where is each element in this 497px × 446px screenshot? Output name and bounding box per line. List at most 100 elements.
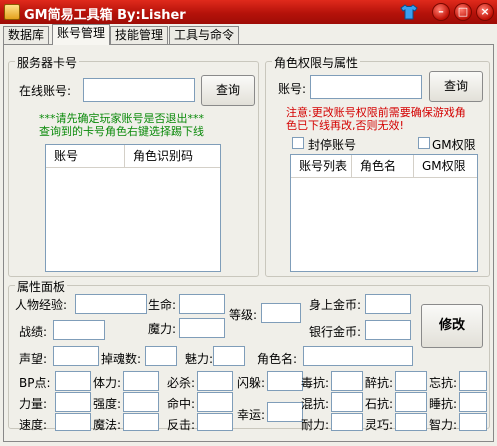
stone-res-label: 石抗: bbox=[365, 397, 394, 411]
ban-account-checkbox[interactable] bbox=[292, 137, 304, 149]
notice-line-2: 查询到的卡号角色右键选择踢下线 bbox=[39, 125, 204, 138]
drunk-res-input[interactable] bbox=[395, 371, 427, 391]
endurance-label: 耐力: bbox=[301, 418, 330, 432]
column-account[interactable]: 账号 bbox=[46, 145, 78, 167]
chaos-res-input[interactable] bbox=[331, 392, 363, 412]
gm-permission-label[interactable]: GM权限 bbox=[432, 136, 476, 153]
poison-res-input[interactable] bbox=[331, 371, 363, 391]
server-card-list-header: 账号 角色识别码 bbox=[46, 145, 220, 168]
hit-input[interactable] bbox=[197, 392, 233, 412]
role-query-button[interactable]: 查询 bbox=[429, 71, 483, 102]
server-card-title: 服务器卡号 bbox=[15, 54, 80, 71]
role-perms-title: 角色权限与属性 bbox=[272, 54, 361, 71]
column-account-list[interactable]: 账号列表 bbox=[291, 155, 347, 177]
bp-input[interactable] bbox=[55, 371, 91, 391]
bank-gold-label: 银行金币: bbox=[309, 325, 362, 339]
close-icon[interactable]: × bbox=[476, 3, 494, 21]
soul-drop-input[interactable] bbox=[145, 346, 177, 366]
warning-line-1: 注意:更改账号权限前需要确保游戏角 bbox=[286, 106, 466, 119]
main-window: GM简易工具箱 By:Lisher – □ × 数据库 账号管理 技能管理 工具… bbox=[0, 0, 497, 446]
dodge-input[interactable] bbox=[267, 371, 303, 391]
ban-account-label[interactable]: 封停账号 bbox=[308, 136, 356, 153]
magic-input[interactable] bbox=[123, 413, 159, 431]
column-role-name[interactable]: 角色名 bbox=[351, 155, 396, 177]
attribute-panel-title: 属性面板 bbox=[15, 278, 68, 295]
endurance-input[interactable] bbox=[331, 413, 363, 431]
title-bar[interactable]: GM简易工具箱 By:Lisher – □ × bbox=[0, 0, 497, 24]
level-input[interactable] bbox=[261, 303, 301, 323]
crit-input[interactable] bbox=[197, 371, 233, 391]
stone-res-input[interactable] bbox=[395, 392, 427, 412]
stamina-label: 体力: bbox=[93, 376, 122, 390]
sleep-res-label: 睡抗: bbox=[429, 397, 458, 411]
server-card-group: 服务器卡号 在线账号: 查询 ***请先确定玩家账号是否退出*** 查询到的卡号… bbox=[8, 54, 259, 277]
poison-res-label: 毒抗: bbox=[301, 376, 330, 390]
online-account-input[interactable] bbox=[83, 78, 195, 102]
speed-label: 速度: bbox=[19, 418, 48, 432]
life-label: 生命: bbox=[148, 298, 177, 312]
level-label: 等级: bbox=[229, 308, 258, 322]
mana-label: 魔力: bbox=[148, 322, 177, 336]
bp-label: BP点: bbox=[19, 376, 51, 390]
account-input[interactable] bbox=[310, 75, 422, 99]
life-input[interactable] bbox=[179, 294, 225, 314]
tab-database[interactable]: 数据库 bbox=[3, 26, 50, 44]
shirt-icon[interactable] bbox=[400, 3, 418, 21]
spirit-label: 灵巧: bbox=[365, 418, 394, 432]
role-perms-group: 角色权限与属性 账号: 查询 注意:更改账号权限前需要确保游戏角 色已下线再改,… bbox=[265, 54, 490, 277]
charm-label: 魅力: bbox=[185, 352, 214, 366]
fame-input[interactable] bbox=[53, 346, 99, 366]
tab-tools-commands[interactable]: 工具与命令 bbox=[169, 26, 240, 44]
exp-input[interactable] bbox=[75, 294, 147, 314]
role-name-label: 角色名: bbox=[257, 352, 298, 366]
minimize-icon[interactable]: – bbox=[432, 3, 450, 21]
speed-input[interactable] bbox=[55, 413, 91, 431]
soul-drop-label: 掉魂数: bbox=[101, 352, 142, 366]
forget-res-input[interactable] bbox=[459, 371, 487, 391]
body-gold-input[interactable] bbox=[365, 294, 411, 314]
tab-account-management[interactable]: 账号管理 bbox=[52, 24, 111, 45]
maximize-icon[interactable]: □ bbox=[454, 3, 472, 21]
spirit-input[interactable] bbox=[395, 413, 427, 431]
chaos-res-label: 混抗: bbox=[301, 397, 330, 411]
merit-input[interactable] bbox=[53, 320, 105, 340]
app-icon bbox=[4, 4, 20, 20]
hit-label: 命中: bbox=[167, 397, 196, 411]
tab-skill-management[interactable]: 技能管理 bbox=[110, 26, 169, 44]
server-query-button[interactable]: 查询 bbox=[201, 75, 255, 106]
counter-label: 反击: bbox=[167, 418, 196, 432]
drunk-res-label: 醉抗: bbox=[365, 376, 394, 390]
counter-input[interactable] bbox=[197, 413, 233, 431]
intellect-label: 智力: bbox=[429, 418, 458, 432]
window-title: GM简易工具箱 By:Lisher bbox=[24, 8, 186, 23]
intellect-input[interactable] bbox=[459, 413, 487, 431]
online-account-label: 在线账号: bbox=[19, 84, 72, 98]
luck-input[interactable] bbox=[267, 402, 303, 422]
charm-input[interactable] bbox=[213, 346, 245, 366]
dodge-label: 闪躲: bbox=[237, 376, 266, 390]
gm-permission-checkbox[interactable] bbox=[418, 137, 430, 149]
strength-input[interactable] bbox=[55, 392, 91, 412]
crit-label: 必杀: bbox=[167, 376, 196, 390]
forget-res-label: 忘抗: bbox=[429, 376, 458, 390]
bank-gold-input[interactable] bbox=[365, 320, 411, 340]
warning-line-2: 色已下线再改,否则无效! bbox=[286, 119, 404, 132]
magic-label: 魔法: bbox=[93, 418, 122, 432]
role-name-input[interactable] bbox=[303, 346, 413, 366]
modify-button[interactable]: 修改 bbox=[421, 304, 483, 348]
column-role-id[interactable]: 角色识别码 bbox=[124, 145, 193, 167]
exp-label: 人物经验: bbox=[15, 298, 68, 312]
server-card-list[interactable]: 账号 角色识别码 bbox=[45, 144, 221, 272]
role-list[interactable]: 账号列表 角色名 GM权限 bbox=[290, 154, 478, 272]
merit-label: 战绩: bbox=[19, 325, 48, 339]
toughness-input[interactable] bbox=[123, 392, 159, 412]
strength-label: 力量: bbox=[19, 397, 48, 411]
mana-input[interactable] bbox=[179, 318, 225, 338]
fame-label: 声望: bbox=[19, 352, 48, 366]
stamina-input[interactable] bbox=[123, 371, 159, 391]
column-gm-permission[interactable]: GM权限 bbox=[413, 155, 466, 177]
role-list-header: 账号列表 角色名 GM权限 bbox=[291, 155, 477, 178]
sleep-res-input[interactable] bbox=[459, 392, 487, 412]
body-gold-label: 身上金币: bbox=[309, 298, 362, 312]
attribute-panel-group: 属性面板 人物经验: 生命: 等级: 身上金币: 修改 战绩: 魔力: 银行金币… bbox=[8, 278, 490, 432]
